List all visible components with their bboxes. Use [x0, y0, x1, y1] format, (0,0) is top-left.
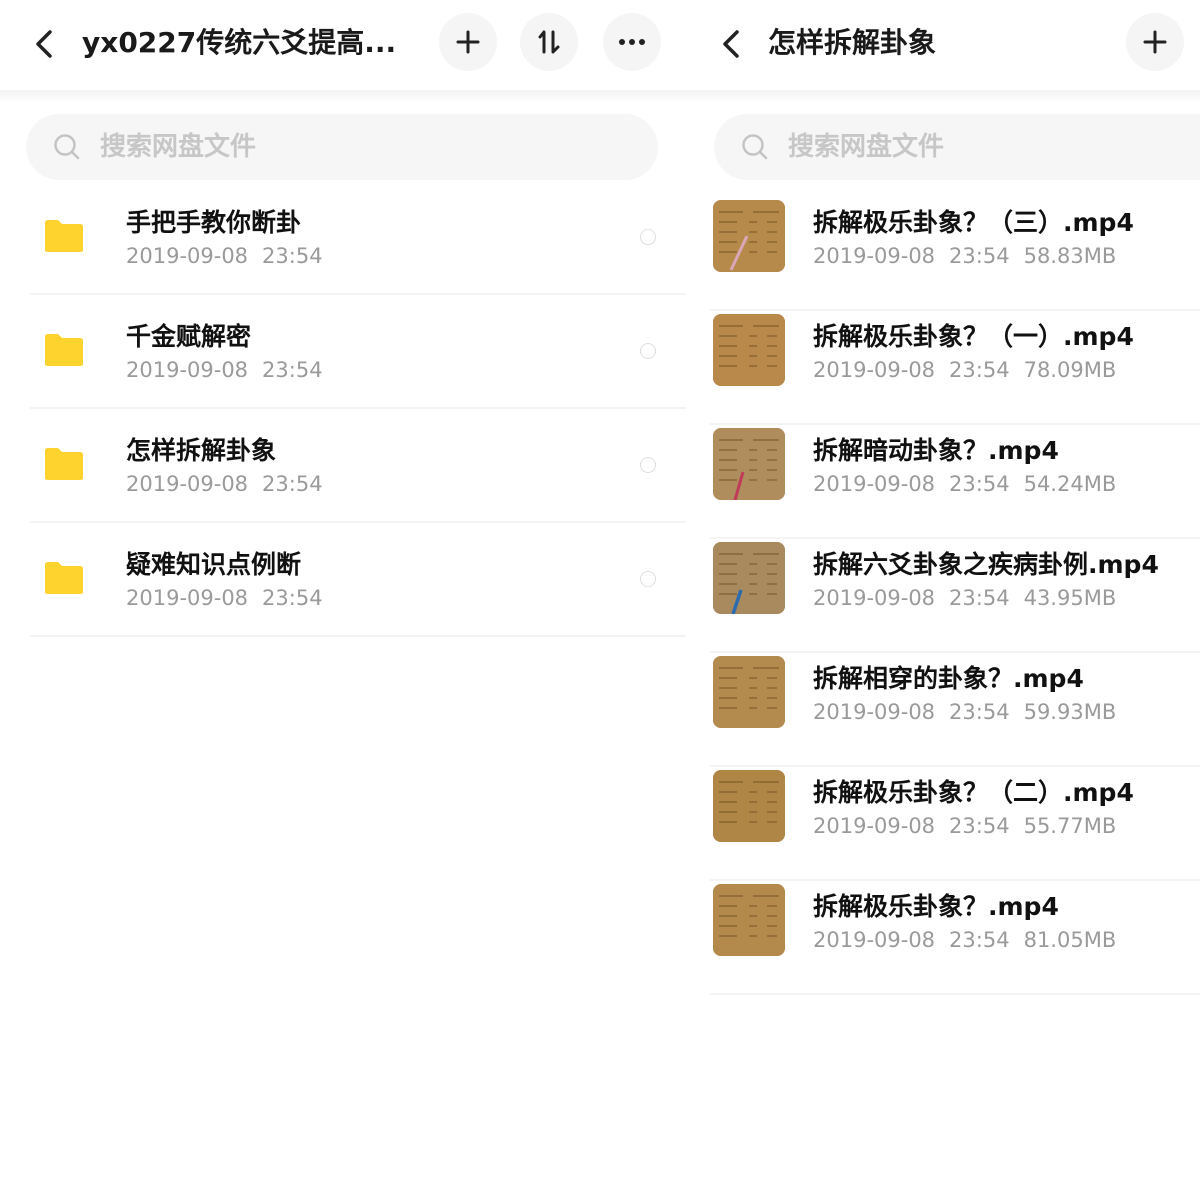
file-row[interactable]: 拆解暗动卦象？.mp4 2019-09-08 23:54 54.24MB: [686, 425, 1200, 539]
folder-meta: 2019-09-08 23:54: [126, 472, 323, 496]
folder-list-panel: yx0227传统六爻提高... 搜索网盘文件 手把手教你断卦 2019-09-0…: [0, 0, 686, 1200]
sort-icon: [538, 30, 560, 54]
right-header: 怎样拆解卦象: [686, 0, 1200, 90]
back-button[interactable]: [25, 24, 65, 64]
file-row[interactable]: 拆解相穿的卦象？.mp4 2019-09-08 23:54 59.93MB: [686, 653, 1200, 767]
file-meta: 2019-09-08 23:54 81.05MB: [813, 928, 1117, 952]
video-thumbnail: [713, 770, 785, 842]
search-icon: [740, 132, 770, 162]
folder-icon: [44, 561, 84, 595]
folder-row[interactable]: 千金赋解密 2019-09-08 23:54: [30, 295, 686, 409]
file-row[interactable]: 拆解极乐卦象？.mp4 2019-09-08 23:54 81.05MB: [686, 881, 1200, 995]
file-row[interactable]: 拆解极乐卦象？（一）.mp4 2019-09-08 23:54 78.09MB: [686, 311, 1200, 425]
header-shadow: [686, 90, 1200, 102]
video-thumbnail: [713, 200, 785, 272]
file-meta: 2019-09-08 23:54 43.95MB: [813, 586, 1117, 610]
file-name: 拆解极乐卦象？（一）.mp4: [813, 322, 1134, 351]
folder-row[interactable]: 怎样拆解卦象 2019-09-08 23:54: [30, 409, 686, 523]
folder-row[interactable]: 手把手教你断卦 2019-09-08 23:54: [30, 181, 686, 295]
select-radio[interactable]: [640, 571, 656, 587]
file-meta: 2019-09-08 23:54 54.24MB: [813, 472, 1117, 496]
video-thumbnail: [713, 314, 785, 386]
search-placeholder: 搜索网盘文件: [100, 132, 257, 162]
file-name: 拆解极乐卦象？.mp4: [813, 892, 1059, 921]
video-thumbnail: [713, 656, 785, 728]
file-name: 拆解暗动卦象？.mp4: [813, 436, 1059, 465]
video-thumbnail: [713, 542, 785, 614]
file-list-panel: 怎样拆解卦象 搜索网盘文件 拆解极乐卦象？（三）.mp4 2019-09-08 2…: [686, 0, 1200, 1200]
folder-meta: 2019-09-08 23:54: [126, 358, 323, 382]
left-header: yx0227传统六爻提高...: [0, 0, 686, 90]
file-name: 拆解相穿的卦象？.mp4: [813, 664, 1084, 693]
search-bar[interactable]: 搜索网盘文件: [714, 114, 1200, 180]
folder-name: 怎样拆解卦象: [126, 436, 277, 465]
folder-name: 疑难知识点例断: [126, 550, 302, 579]
file-row[interactable]: 拆解六爻卦象之疾病卦例.mp4 2019-09-08 23:54 43.95MB: [686, 539, 1200, 653]
more-button[interactable]: [603, 13, 661, 71]
file-name: 拆解六爻卦象之疾病卦例.mp4: [813, 550, 1159, 579]
row-divider: [710, 993, 1200, 995]
folder-icon: [44, 219, 84, 253]
folder-meta: 2019-09-08 23:54: [126, 244, 323, 268]
select-radio[interactable]: [640, 457, 656, 473]
folder-meta: 2019-09-08 23:54: [126, 586, 323, 610]
chevron-left-icon: [723, 30, 739, 58]
folder-icon: [44, 333, 84, 367]
folder-row[interactable]: 疑难知识点例断 2019-09-08 23:54: [30, 523, 686, 637]
plus-icon: [456, 30, 480, 54]
file-name: 拆解极乐卦象？（二）.mp4: [813, 778, 1134, 807]
sort-button[interactable]: [520, 13, 578, 71]
row-divider: [30, 635, 686, 637]
add-button[interactable]: [1126, 13, 1184, 71]
video-thumbnail: [713, 428, 785, 500]
file-row[interactable]: 拆解极乐卦象？（二）.mp4 2019-09-08 23:54 55.77MB: [686, 767, 1200, 881]
page-title: yx0227传统六爻提高...: [82, 26, 397, 59]
folder-name: 千金赋解密: [126, 322, 252, 351]
file-meta: 2019-09-08 23:54 59.93MB: [813, 700, 1117, 724]
file-meta: 2019-09-08 23:54 78.09MB: [813, 358, 1117, 382]
video-thumbnail: [713, 884, 785, 956]
folder-name: 手把手教你断卦: [126, 208, 302, 237]
header-shadow: [0, 90, 686, 102]
chevron-left-icon: [36, 30, 52, 58]
select-radio[interactable]: [640, 343, 656, 359]
page-title: 怎样拆解卦象: [768, 26, 937, 59]
plus-icon: [1143, 30, 1167, 54]
file-meta: 2019-09-08 23:54 58.83MB: [813, 244, 1117, 268]
file-row[interactable]: 拆解极乐卦象？（三）.mp4 2019-09-08 23:54 58.83MB: [686, 197, 1200, 311]
more-dots-icon: [619, 39, 645, 45]
search-placeholder: 搜索网盘文件: [788, 132, 945, 162]
back-button[interactable]: [712, 24, 752, 64]
search-bar[interactable]: 搜索网盘文件: [26, 114, 658, 180]
search-icon: [52, 132, 82, 162]
file-name: 拆解极乐卦象？（三）.mp4: [813, 208, 1134, 237]
folder-icon: [44, 447, 84, 481]
select-radio[interactable]: [640, 229, 656, 245]
add-button[interactable]: [439, 13, 497, 71]
file-meta: 2019-09-08 23:54 55.77MB: [813, 814, 1117, 838]
